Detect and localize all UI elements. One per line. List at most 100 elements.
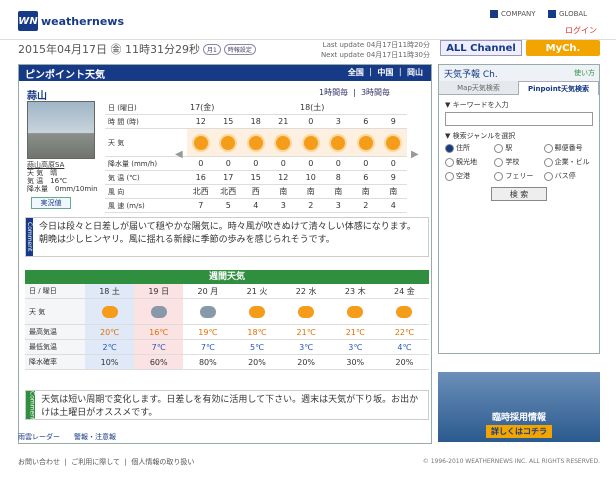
sidebar-title: 天気予報 Ch.	[444, 69, 498, 80]
company-link[interactable]: COMPANY	[490, 8, 536, 20]
weekly-cell: 30%	[346, 358, 365, 367]
sun-icon	[221, 136, 236, 150]
warnings-link[interactable]: 警報・注意報	[74, 432, 116, 444]
genre-radio[interactable]: 郵便番号	[544, 143, 593, 153]
rain-radar-link[interactable]: 雨雲レーダー	[18, 432, 60, 444]
weekly-label: 天 気	[25, 299, 85, 324]
weekly-icon-row: 天 気	[25, 299, 429, 325]
scroll-left-icon[interactable]: ◀	[175, 149, 183, 160]
region-breadcrumb[interactable]: 全国 ｜ 中国 ｜ 岡山	[348, 67, 423, 78]
weekly-cell: 22℃	[394, 328, 414, 337]
genre-radio[interactable]: フェリー	[494, 171, 543, 181]
my-channel-button[interactable]: MyCh.	[526, 40, 600, 56]
tab-1hour[interactable]: 1時間毎	[319, 88, 348, 97]
day-cell: 18(土)	[300, 103, 325, 112]
cell: 0	[308, 117, 314, 126]
sun-cloud-icon	[101, 305, 118, 318]
weathernews-logo[interactable]: WN weathernews	[18, 9, 138, 33]
sun-icon	[193, 136, 208, 150]
weather-cell	[242, 129, 270, 156]
cell: 0	[253, 159, 259, 168]
cell: 4	[253, 201, 259, 210]
comment-tag: Comment	[26, 391, 36, 420]
weekly-comment-text: 天気は短い周期で変化します。日差しを有効に活用して下さい。週末は天気が下り坂。お…	[41, 395, 419, 418]
weekly-cell: 18 土	[85, 284, 135, 298]
banner-line2: 詳しくはコチラ	[486, 425, 552, 438]
rain-icon	[199, 305, 216, 318]
genre-label: ▼ 検索ジャンルを選択	[445, 132, 516, 140]
recruit-banner[interactable]: 臨時採用情報 詳しくはコチラ	[438, 372, 600, 442]
weekly-cell: 10%	[85, 355, 135, 369]
cell: 15	[223, 117, 234, 126]
sun-icon	[358, 136, 373, 150]
weather-cell	[215, 129, 243, 156]
genre-radios: 住所駅郵便番号観光地 学校 企業・ビル空港 フェリー バス停	[445, 143, 593, 181]
keyword-input[interactable]	[445, 112, 593, 126]
all-channel-button[interactable]: ALL Channel	[440, 40, 522, 56]
privacy-link[interactable]: 個人情報の取り扱い	[131, 457, 194, 467]
weather-cell	[380, 129, 408, 156]
cell: 16	[195, 173, 206, 182]
row-label: 日 (曜日)	[105, 101, 187, 115]
cell: 10	[305, 173, 316, 182]
genre-radio[interactable]: 観光地	[445, 157, 494, 167]
location-name: 蒜山	[27, 91, 47, 102]
genre-radio[interactable]: 住所	[445, 143, 494, 153]
contact-link[interactable]: お問い合わせ	[18, 457, 60, 467]
weekly-cell: 20%	[297, 358, 316, 367]
datetime-pill-1[interactable]: 月1	[202, 43, 221, 55]
cell: 0	[198, 159, 204, 168]
datetime-text: 2015年04月17日 ㊎ 11時31分29秒	[18, 43, 200, 56]
scroll-right-icon[interactable]: ▶	[411, 149, 419, 160]
cell: 南	[306, 187, 315, 196]
pinpoint-weather-panel: ピンポイント天気 全国 ｜ 中国 ｜ 岡山 蒜山 1時間毎 | 3時間毎 蒜山高…	[18, 64, 432, 444]
weekly-cell: 18℃	[247, 328, 267, 337]
tab-pinpoint-search[interactable]: Pinpoint天気検索	[518, 81, 599, 95]
weekly-weather-cell	[85, 299, 135, 324]
camera-name[interactable]: 蒜山高原SA	[27, 161, 99, 169]
global-link[interactable]: GLOBAL	[548, 8, 587, 20]
status-button[interactable]: 実況値	[31, 197, 71, 209]
login-link[interactable]: ログイン	[565, 24, 597, 36]
search-button[interactable]: 検 索	[491, 187, 547, 201]
cell: 西	[251, 187, 260, 196]
cell: 6	[363, 117, 369, 126]
weekly-date-row: 日 / 曜日 18 土 19 日 20 月 21 火 22 水 23 木 24 金	[25, 284, 429, 299]
cell: 21	[278, 117, 289, 126]
weekly-cell: 60%	[134, 355, 184, 369]
tab-3hour[interactable]: 3時間毎	[361, 88, 390, 97]
weekly-cell: 24 金	[394, 287, 415, 296]
genre-radio[interactable]: バス停	[544, 171, 593, 181]
tab-map-search[interactable]: Map天気検索	[439, 81, 518, 95]
cell: 南	[334, 187, 343, 196]
update-info: Last update 04月17日11時20分 Next update 04月…	[300, 40, 430, 60]
genre-radio[interactable]: 駅	[494, 143, 543, 153]
camera-info: 蒜山高原SA 天 気 晴 気 温 16℃ 降水量 0mm/10min	[27, 161, 99, 193]
weekly-label: 降水確率	[25, 355, 85, 369]
copyright: © 1996-2010 WEATHERNEWS INC. ALL RIGHTS …	[422, 458, 600, 465]
weekly-weather-cell	[134, 299, 184, 324]
howto-link[interactable]: 使い方	[574, 68, 595, 78]
pinpoint-title: ピンポイント天気	[25, 69, 105, 81]
terms-link[interactable]: ご利用に際して	[71, 457, 120, 467]
cell: 南	[361, 187, 370, 196]
sidebar-tabs: Map天気検索 Pinpoint天気検索	[439, 81, 599, 95]
top-bar: WN weathernews COMPANY GLOBAL ログイン	[0, 0, 616, 40]
datetime-pill-2[interactable]: 時報設定	[223, 43, 256, 55]
weekly-weather-cell	[282, 299, 331, 324]
weather-cell	[352, 129, 380, 156]
weather-cell	[270, 129, 298, 156]
weekly-label: 最低気温	[25, 340, 85, 354]
last-update: Last update 04月17日11時20分	[322, 41, 430, 49]
logo-mark: WN	[18, 11, 38, 31]
genre-radio[interactable]: 企業・ビル	[544, 157, 593, 167]
genre-radio[interactable]: 空港	[445, 171, 494, 181]
weekly-cell: 20%	[248, 358, 266, 367]
global-icon	[548, 10, 556, 18]
weekly-high-row: 最高気温 20℃ 16℃ 19℃ 18℃ 21℃ 21℃ 22℃	[25, 325, 429, 340]
cell: 南	[389, 187, 398, 196]
genre-radio[interactable]: 学校	[494, 157, 543, 167]
live-camera-image[interactable]	[27, 101, 95, 159]
weekly-cell: 16℃	[134, 325, 184, 339]
cell: 3	[280, 201, 286, 210]
